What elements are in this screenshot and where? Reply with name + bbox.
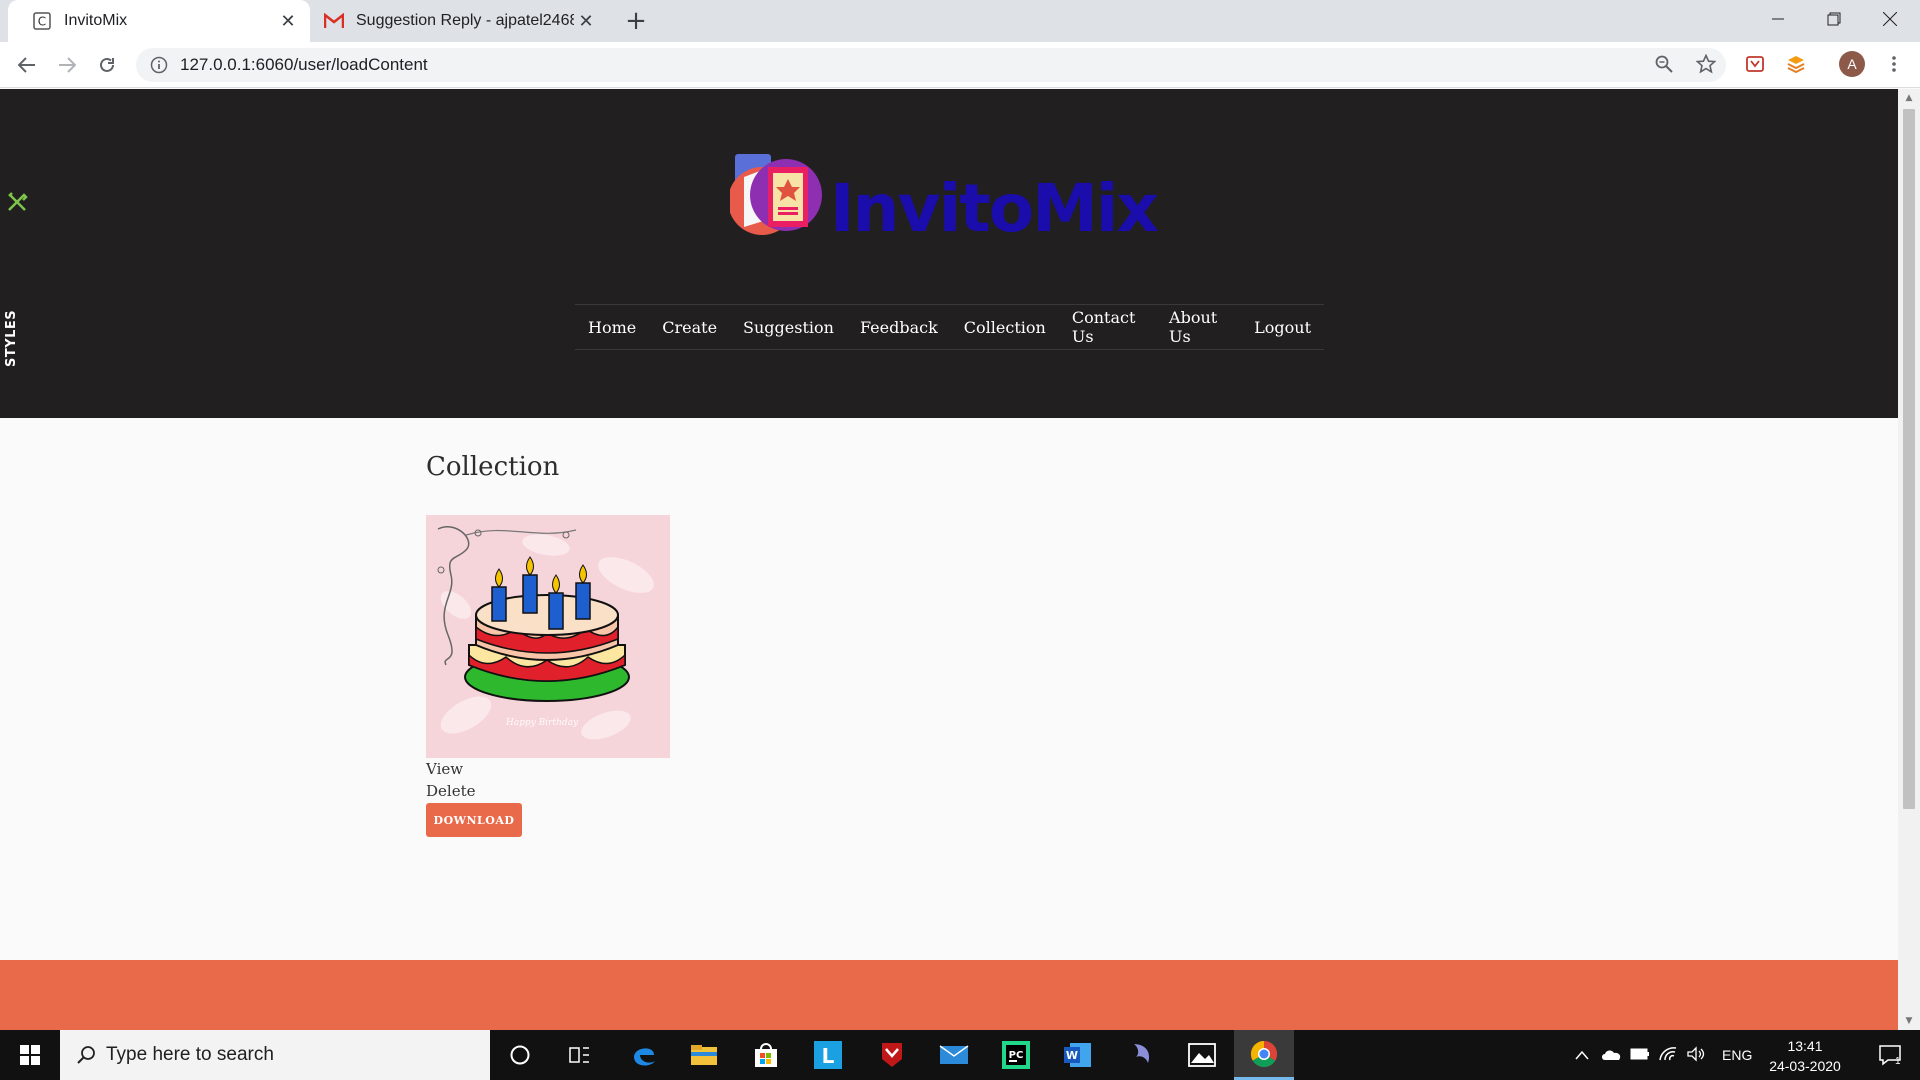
edge-browser-icon[interactable] <box>614 1030 674 1080</box>
search-placeholder: Type here to search <box>106 1044 274 1065</box>
clock-date: 24-03-2020 <box>1769 1058 1841 1074</box>
styles-panel-toggle[interactable]: STYLES <box>0 189 34 367</box>
nav-suggestion[interactable]: Suggestion <box>730 318 847 337</box>
new-tab-button[interactable]: + <box>621 6 651 36</box>
word-icon[interactable]: W <box>1048 1030 1108 1080</box>
site-info-icon[interactable] <box>150 56 168 74</box>
chrome-icon[interactable] <box>1234 1030 1294 1080</box>
profile-initial: A <box>1847 56 1857 72</box>
browser-tab-invitomix[interactable]: C InvitoMix ✕ <box>8 0 310 42</box>
scrollbar-thumb[interactable] <box>1903 109 1915 809</box>
windows-taskbar: Type here to search L PC W ENG 13:41 24-… <box>0 1030 1920 1080</box>
reload-button[interactable] <box>92 50 122 80</box>
browser-tab-gmail[interactable]: Suggestion Reply - ajpatel2468@ ✕ <box>318 0 608 42</box>
close-window-button[interactable] <box>1862 0 1918 38</box>
volume-icon[interactable] <box>1682 1045 1710 1065</box>
svg-text:PC: PC <box>1009 1050 1024 1061</box>
site-header: STYLES InvitoMix Home Create Suggestion … <box>0 89 1898 418</box>
browser-tab-strip: C InvitoMix ✕ Suggestion Reply - ajpatel… <box>0 0 1920 42</box>
mysql-workbench-icon[interactable] <box>1112 1030 1172 1080</box>
system-tray: ENG <box>1570 1030 1752 1080</box>
restore-button[interactable] <box>1806 0 1862 38</box>
card-caption: Happy Birthday <box>505 718 579 728</box>
nav-home[interactable]: Home <box>575 318 649 337</box>
layers-extension-icon[interactable] <box>1782 50 1810 78</box>
microsoft-store-icon[interactable] <box>736 1030 796 1080</box>
site-logo[interactable]: InvitoMix <box>730 149 1170 249</box>
url-text: 127.0.0.1:6060/user/loadContent <box>180 55 428 74</box>
close-tab-icon[interactable]: ✕ <box>574 9 598 33</box>
wifi-icon[interactable] <box>1654 1046 1682 1065</box>
zoom-icon[interactable] <box>1650 50 1678 78</box>
search-icon <box>77 1046 95 1064</box>
svg-text:C: C <box>38 15 46 29</box>
svg-text:W: W <box>1066 1049 1078 1062</box>
browser-toolbar: 127.0.0.1:6060/user/loadContent A <box>0 42 1920 88</box>
tools-icon <box>8 192 28 211</box>
nav-feedback[interactable]: Feedback <box>847 318 951 337</box>
onedrive-icon[interactable] <box>1598 1047 1626 1064</box>
taskbar-search-box[interactable]: Type here to search <box>60 1030 490 1080</box>
page-viewport: STYLES InvitoMix Home Create Suggestion … <box>0 89 1898 1030</box>
page-favicon-icon: C <box>32 11 52 31</box>
minimize-button[interactable] <box>1750 0 1806 38</box>
nav-create[interactable]: Create <box>649 318 730 337</box>
tab-title: InvitoMix <box>64 12 128 29</box>
address-bar[interactable]: 127.0.0.1:6060/user/loadContent <box>136 48 1726 82</box>
menu-dots-icon[interactable] <box>1880 50 1908 78</box>
gmail-icon <box>324 11 344 31</box>
scroll-down-icon[interactable]: ▼ <box>1898 1012 1920 1030</box>
l-app-icon[interactable]: L <box>798 1030 858 1080</box>
file-explorer-icon[interactable] <box>674 1030 734 1080</box>
cortana-icon[interactable] <box>490 1030 550 1080</box>
task-view-icon[interactable] <box>550 1030 610 1080</box>
svg-text:L: L <box>822 1044 835 1068</box>
photos-icon[interactable] <box>1172 1030 1232 1080</box>
chevron-up-icon[interactable] <box>1570 1047 1594 1063</box>
windows-start-button[interactable] <box>0 1030 60 1080</box>
logo-text: InvitoMix <box>830 170 1158 247</box>
styles-label: STYLES <box>4 309 19 367</box>
main-nav: Home Create Suggestion Feedback Collecti… <box>575 304 1324 350</box>
profile-avatar[interactable]: A <box>1838 50 1866 78</box>
nav-collection[interactable]: Collection <box>951 318 1059 337</box>
close-tab-icon[interactable]: ✕ <box>276 9 300 33</box>
forward-button[interactable] <box>52 50 82 80</box>
scroll-up-icon[interactable]: ▲ <box>1898 89 1920 107</box>
page-title: Collection <box>426 452 560 482</box>
mcafee-icon[interactable] <box>862 1030 922 1080</box>
nav-contact-us[interactable]: Contact Us <box>1059 308 1156 346</box>
language-indicator[interactable]: ENG <box>1722 1047 1752 1063</box>
bookmark-star-icon[interactable] <box>1692 50 1720 78</box>
pycharm-icon[interactable]: PC <box>986 1030 1046 1080</box>
download-button[interactable]: DOWNLOAD <box>426 803 522 837</box>
taskbar-clock[interactable]: 13:41 24-03-2020 <box>1765 1036 1845 1076</box>
nav-logout[interactable]: Logout <box>1241 318 1324 337</box>
battery-icon[interactable] <box>1626 1047 1654 1063</box>
clock-time: 13:41 <box>1787 1038 1823 1054</box>
tab-title: Suggestion Reply - ajpatel2468@ <box>356 12 574 29</box>
mail-icon[interactable] <box>924 1030 984 1080</box>
view-link[interactable]: View <box>426 760 463 778</box>
nav-about-us[interactable]: About Us <box>1156 308 1241 346</box>
site-footer <box>0 960 1898 1030</box>
invitation-thumbnail[interactable]: Happy Birthday <box>426 515 670 758</box>
page-scrollbar[interactable]: ▲ ▼ <box>1898 89 1920 1030</box>
back-button[interactable] <box>12 50 42 80</box>
shield-extension-icon[interactable] <box>1741 50 1769 78</box>
delete-link[interactable]: Delete <box>426 782 475 800</box>
notifications-icon[interactable]: 1 <box>1860 1030 1920 1080</box>
notification-count: 1 <box>1895 1056 1901 1066</box>
